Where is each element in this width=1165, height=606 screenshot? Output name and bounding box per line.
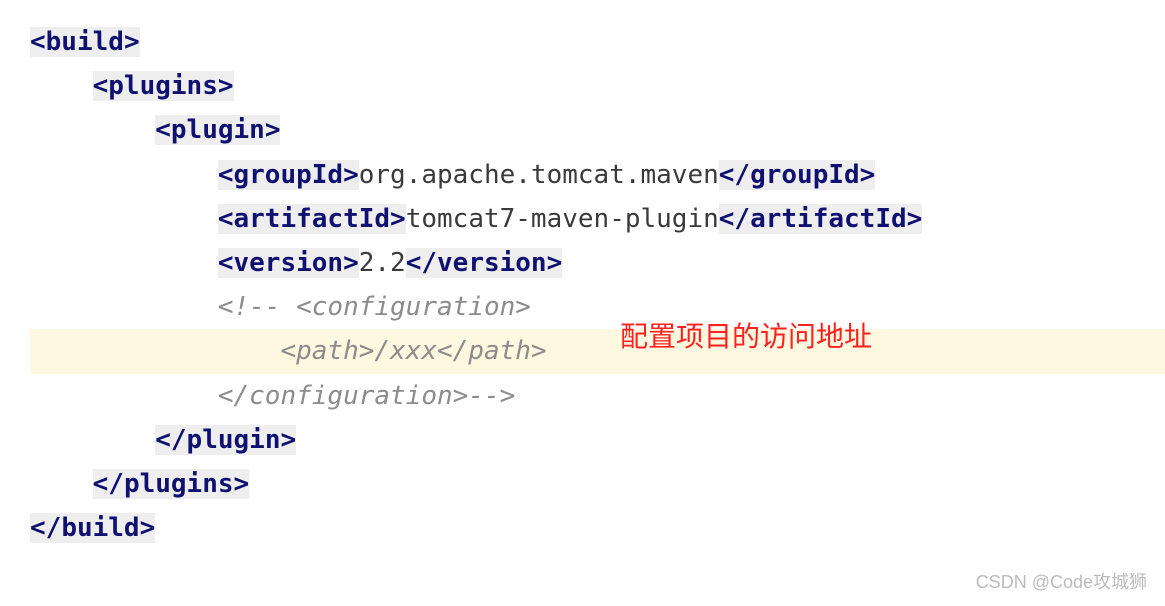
version-value: 2.2 xyxy=(359,248,406,278)
code-line: <build> xyxy=(30,20,1165,64)
red-annotation: 配置项目的访问地址 xyxy=(620,315,872,355)
code-line: <plugin> xyxy=(30,108,1165,152)
code-line: </build> xyxy=(30,506,1165,550)
code-line-highlighted: <path>/xxx</path> xyxy=(30,329,1165,373)
comment-line-3: </configuration>--> xyxy=(218,381,515,411)
code-line: </plugins> xyxy=(30,462,1165,506)
tag-artifactid-open: artifactId xyxy=(234,204,391,234)
code-line: <!-- <configuration> xyxy=(30,285,1165,329)
tag-build-open: build xyxy=(46,27,124,57)
groupid-value: org.apache.tomcat.maven xyxy=(359,160,719,190)
tag-version-open: version xyxy=(234,248,344,278)
tag-plugin-open: plugin xyxy=(171,115,265,145)
code-block: <build> <plugins> <plugin> <groupId>org.… xyxy=(0,0,1165,550)
code-line: </plugin> xyxy=(30,418,1165,462)
watermark-text: CSDN @Code攻城狮 xyxy=(976,568,1147,594)
tag-plugin-close: plugin xyxy=(187,425,281,455)
tag-groupid-close: groupId xyxy=(750,160,860,190)
tag-plugins-open: plugins xyxy=(108,71,218,101)
code-line: <artifactId>tomcat7-maven-plugin</artifa… xyxy=(30,197,1165,241)
comment-line-1: <!-- <configuration> xyxy=(218,292,531,322)
code-line: <groupId>org.apache.tomcat.maven</groupI… xyxy=(30,153,1165,197)
artifactid-value: tomcat7-maven-plugin xyxy=(406,204,719,234)
tag-groupid-open: groupId xyxy=(234,160,344,190)
tag-build-close: build xyxy=(61,513,139,543)
code-line: </configuration>--> xyxy=(30,374,1165,418)
code-line: <version>2.2</version> xyxy=(30,241,1165,285)
comment-line-2: <path>/xxx</path> xyxy=(218,336,547,366)
tag-plugins-close: plugins xyxy=(124,469,234,499)
tag-artifactid-close: artifactId xyxy=(750,204,907,234)
tag-version-close: version xyxy=(437,248,547,278)
code-line: <plugins> xyxy=(30,64,1165,108)
